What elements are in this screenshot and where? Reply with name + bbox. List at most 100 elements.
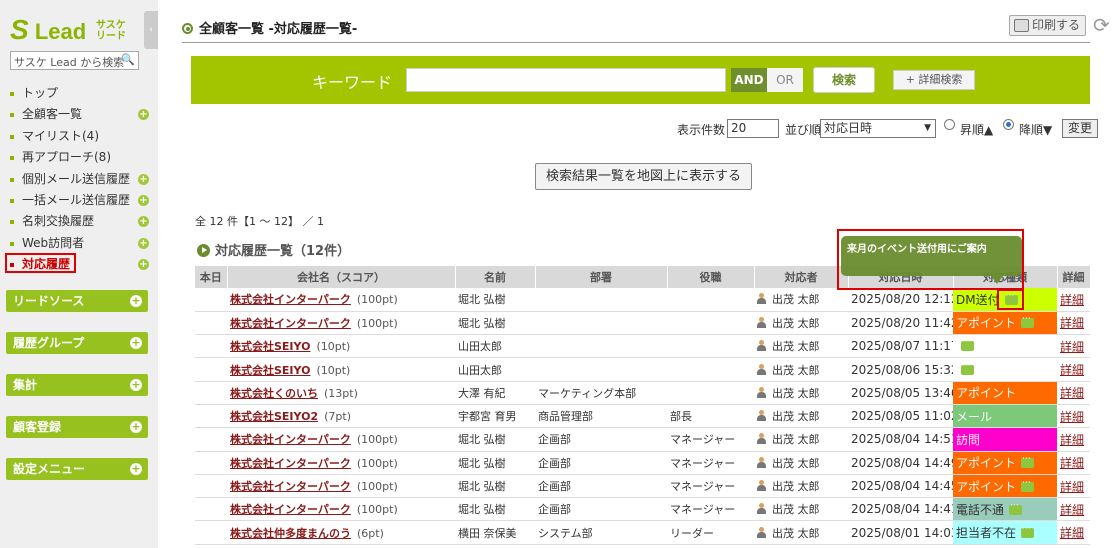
sidebar-item[interactable]: 個別メール送信履歴 +: [10, 169, 150, 190]
date-cell: 2025/08/07 11:17: [848, 334, 953, 359]
sidebar-section-button[interactable]: 顧客登録 +: [6, 416, 148, 438]
company-link[interactable]: 株式会社インターパーク: [230, 503, 351, 516]
score: (100pt): [356, 316, 398, 330]
chevron-down-icon: ▼: [924, 123, 931, 133]
type-label: DM送付: [956, 292, 1000, 307]
company-link[interactable]: 株式会社くのいち: [230, 387, 318, 400]
name-cell: 宇都宮 育男: [455, 404, 535, 429]
print-button[interactable]: 印刷する: [1009, 15, 1086, 36]
score: (100pt): [356, 433, 398, 447]
title-cell: [667, 311, 754, 336]
today-cell: [195, 334, 227, 359]
sidebar-item[interactable]: 名刺交換履歴 +: [10, 211, 150, 232]
memo-icon[interactable]: [1009, 501, 1023, 515]
detail-link[interactable]: 詳細: [1060, 386, 1084, 400]
sidebar-section-button[interactable]: 集計 +: [6, 374, 148, 396]
staff-cell: 出茂 太郎: [754, 311, 848, 336]
score: (13pt): [324, 386, 358, 400]
memo-icon[interactable]: [1021, 454, 1035, 469]
add-icon[interactable]: +: [138, 237, 149, 249]
type-label: 電話不通: [956, 502, 1005, 517]
company-link[interactable]: 株式会社インターパーク: [230, 433, 351, 446]
per-page-input[interactable]: 20: [727, 119, 779, 138]
staff-cell: 出茂 太郎: [754, 404, 848, 429]
asc-radio[interactable]: [944, 119, 955, 130]
add-icon[interactable]: +: [138, 109, 149, 121]
memo-icon[interactable]: [961, 337, 974, 352]
company-link[interactable]: 株式会社SEIYO2: [230, 410, 318, 423]
memo-icon[interactable]: [1021, 314, 1035, 329]
company-cell: 株式会社インターパーク (100pt): [227, 427, 455, 452]
expand-icon: +: [130, 378, 142, 391]
detail-link[interactable]: 詳細: [1060, 340, 1084, 354]
sidebar-item[interactable]: マイリスト(4): [10, 126, 150, 147]
type-label: 担当者不在: [956, 526, 1017, 541]
detail-link[interactable]: 詳細: [1060, 456, 1084, 470]
detail-link[interactable]: 詳細: [1060, 293, 1084, 307]
detail-link[interactable]: 詳細: [1060, 480, 1084, 494]
title-cell: [667, 381, 754, 405]
title-cell: マネージャー: [667, 451, 754, 475]
and-toggle[interactable]: AND: [731, 68, 767, 92]
desc-radio[interactable]: [1003, 119, 1014, 130]
type-cell: 担当者不在: [953, 520, 1057, 545]
company-cell: 株式会社インターパーク (100pt): [227, 497, 455, 522]
company-link[interactable]: 株式会社SEIYO: [230, 364, 310, 377]
advanced-search-button[interactable]: + 詳細検索: [893, 70, 975, 90]
memo-icon[interactable]: [1021, 478, 1035, 492]
sidebar-search-input[interactable]: サスケ Lead から検索 🔍: [10, 51, 139, 70]
sidebar-item[interactable]: トップ: [10, 83, 150, 104]
add-icon[interactable]: +: [138, 259, 149, 271]
type-cell: 電話不通: [953, 497, 1057, 522]
sidebar-item[interactable]: 一括メール送信履歴 +: [10, 190, 150, 211]
detail-cell: 詳細: [1057, 357, 1090, 382]
keyword-input[interactable]: [406, 68, 726, 92]
search-icon[interactable]: 🔍: [121, 53, 135, 66]
or-toggle[interactable]: OR: [767, 68, 803, 92]
refresh-icon[interactable]: ⟳: [1093, 13, 1110, 37]
search-button[interactable]: 検索: [813, 67, 875, 93]
detail-link[interactable]: 詳細: [1060, 503, 1084, 517]
company-cell: 株式会社インターパーク (100pt): [227, 288, 455, 312]
memo-icon[interactable]: [961, 361, 974, 375]
sidebar-section-button[interactable]: 履歴グループ +: [6, 332, 148, 354]
name-cell: 堀北 弘樹: [455, 474, 535, 499]
detail-cell: 詳細: [1057, 427, 1090, 452]
per-page-label: 表示件数: [677, 123, 726, 137]
sidebar-item[interactable]: Web訪問者 +: [10, 233, 150, 254]
add-icon[interactable]: +: [138, 194, 149, 206]
detail-link[interactable]: 詳細: [1060, 433, 1084, 447]
active-item-highlight: [5, 253, 76, 273]
show-on-map-button[interactable]: 検索結果一覧を地図上に表示する: [535, 163, 752, 190]
logo[interactable]: S Lead サスケ リード: [10, 14, 140, 48]
collapse-sidebar-button[interactable]: ‹: [144, 11, 158, 49]
detail-link[interactable]: 詳細: [1060, 316, 1084, 330]
table-row: 株式会社インターパーク (100pt) 堀北 弘樹 企画部 マネージャー 出茂 太郎 202…: [195, 427, 1090, 452]
detail-link[interactable]: 詳細: [1060, 526, 1084, 540]
sidebar-section-button[interactable]: 設定メニュー +: [6, 458, 148, 480]
staff-name: 出茂 太郎: [772, 503, 820, 517]
company-link[interactable]: 株式会社仲多度まんのう: [230, 527, 351, 540]
sort-select[interactable]: 対応日時 ▼: [820, 119, 936, 138]
company-link[interactable]: 株式会社インターパーク: [230, 457, 351, 470]
score: (100pt): [356, 503, 398, 517]
name-cell: 堀北 弘樹: [455, 497, 535, 522]
table-row: 株式会社SEIYO (10pt) 山田太郎 出茂 太郎 2025/08/06 15:32…: [195, 357, 1090, 382]
company-link[interactable]: 株式会社SEIYO: [230, 340, 310, 353]
memo-icon[interactable]: [1021, 524, 1035, 539]
person-icon: [757, 480, 766, 492]
add-icon[interactable]: +: [138, 216, 149, 228]
section-label: 設定メニュー: [13, 462, 86, 476]
change-button[interactable]: 変更: [1062, 119, 1098, 138]
sidebar-section-button[interactable]: リードソース +: [6, 290, 148, 312]
company-link[interactable]: 株式会社インターパーク: [230, 293, 351, 306]
detail-link[interactable]: 詳細: [1060, 363, 1084, 377]
dept-cell: 企画部: [535, 451, 667, 475]
company-link[interactable]: 株式会社インターパーク: [230, 480, 351, 493]
sidebar-item[interactable]: 全顧客一覧 +: [10, 104, 150, 125]
detail-link[interactable]: 詳細: [1060, 410, 1084, 424]
table-row: 株式会社インターパーク (100pt) 堀北 弘樹 出茂 太郎 2025/08/20 1…: [195, 288, 1090, 312]
add-icon[interactable]: +: [138, 173, 149, 185]
sidebar-item[interactable]: 再アプローチ(8): [10, 147, 150, 168]
company-link[interactable]: 株式会社インターパーク: [230, 317, 351, 330]
